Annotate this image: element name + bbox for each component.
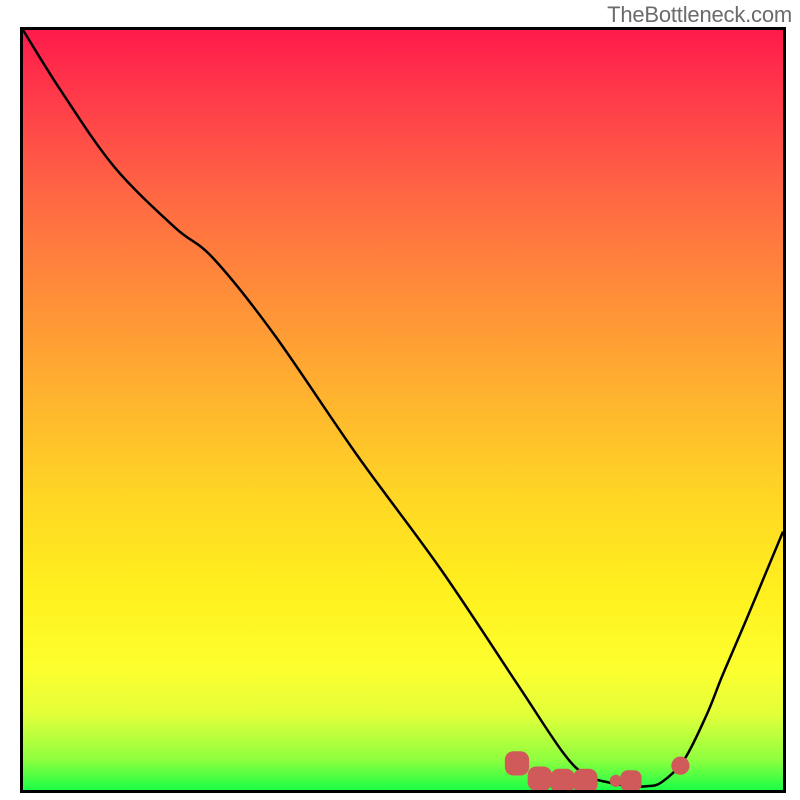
chart-canvas: TheBottleneck.com bbox=[0, 0, 800, 800]
marker-dot bbox=[671, 757, 689, 775]
marker-square bbox=[573, 769, 597, 790]
marker-square bbox=[528, 766, 552, 790]
bottleneck-curve bbox=[23, 30, 783, 787]
marker-square bbox=[505, 751, 529, 775]
marker-dot bbox=[610, 775, 622, 787]
watermark-text: TheBottleneck.com bbox=[607, 2, 792, 28]
curve-line bbox=[23, 30, 783, 787]
chart-svg bbox=[23, 30, 783, 790]
marker-square bbox=[620, 770, 641, 790]
marker-square bbox=[550, 769, 574, 790]
curve-markers bbox=[505, 751, 690, 790]
plot-area bbox=[20, 27, 786, 793]
